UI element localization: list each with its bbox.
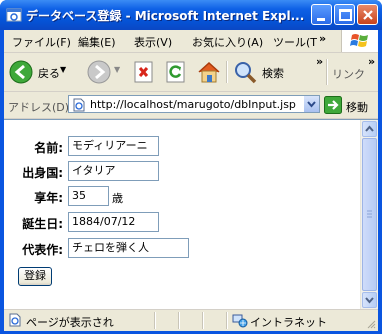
toolbar-overflow-chevron[interactable]: » <box>316 55 323 68</box>
status-separator-2 <box>178 312 180 329</box>
forward-button[interactable]: ▼ <box>86 59 122 85</box>
address-dropdown-button[interactable] <box>303 96 319 112</box>
back-dropdown-icon[interactable]: ▼ <box>60 65 66 74</box>
title-bar[interactable]: データベース登録 - Microsoft Internet Expl... <box>0 0 382 30</box>
scroll-up-button[interactable] <box>362 121 377 137</box>
status-text: ページが表示され <box>26 316 114 329</box>
window-title: データベース登録 - Microsoft Internet Expl... <box>26 9 305 23</box>
birthplace-input[interactable]: イタリア <box>68 161 159 181</box>
windows-flag-icon <box>350 34 368 47</box>
name-label: 名前: <box>34 141 63 155</box>
menu-edit[interactable]: 編集(E) <box>78 34 116 50</box>
birthday-label: 誕生日: <box>22 217 63 231</box>
menu-view[interactable]: 表示(V) <box>134 34 172 50</box>
minimize-icon <box>317 18 325 21</box>
toolbar-separator <box>226 61 228 83</box>
birthday-input[interactable]: 1884/07/12 <box>68 212 159 232</box>
forward-dropdown-icon[interactable]: ▼ <box>114 65 120 74</box>
go-button-label[interactable]: 移動 <box>346 99 368 115</box>
back-label: 戻る <box>38 67 60 80</box>
forward-arrow-icon <box>87 60 111 84</box>
menu-favorites[interactable]: お気に入り(A) <box>192 34 263 50</box>
search-magnifier-icon <box>235 62 257 84</box>
birthplace-label: 出身国: <box>22 166 63 180</box>
work-input[interactable]: チェロを弾く人 <box>68 238 189 258</box>
windows-logo <box>341 30 378 52</box>
menu-overflow-chevron[interactable]: » <box>319 32 326 45</box>
page-icon <box>73 98 85 112</box>
scroll-down-button[interactable] <box>362 292 377 308</box>
ie-app-icon <box>6 8 22 22</box>
age-unit: 歳 <box>112 192 123 205</box>
address-url: http://localhost/marugoto/dbInput.jsp <box>90 98 296 111</box>
grip-icon <box>367 210 372 218</box>
page-status-icon <box>9 313 21 327</box>
browser-frame: ファイル(F) 編集(E) 表示(V) お気に入り(A) ツール(T » 戻る … <box>4 30 378 331</box>
age-label: 享年: <box>34 191 63 205</box>
home-button[interactable] <box>196 59 224 85</box>
refresh-button[interactable] <box>164 59 190 85</box>
intranet-zone-icon <box>232 314 248 328</box>
work-label: 代表作: <box>22 243 63 257</box>
vertical-scrollbar[interactable] <box>360 120 378 309</box>
page-content: 名前: モディリアーニ 出身国: イタリア 享年: 35 歳 誕生日: 1884… <box>4 119 378 309</box>
close-icon <box>363 10 373 20</box>
search-button[interactable]: 検索 <box>232 59 294 85</box>
security-zone-text: イントラネット <box>250 316 327 329</box>
resize-grip-icon <box>367 320 376 329</box>
chevron-down-icon <box>307 101 316 108</box>
status-separator-1 <box>154 312 156 329</box>
register-button[interactable]: 登録 <box>18 267 52 286</box>
menu-tools[interactable]: ツール(T <box>273 34 317 50</box>
status-separator-4 <box>226 312 228 329</box>
arrow-down-icon <box>365 297 374 304</box>
browser-window: データベース登録 - Microsoft Internet Expl... ファ… <box>0 0 382 334</box>
go-arrow-icon[interactable] <box>324 96 342 114</box>
back-button[interactable]: 戻る ▼ <box>8 59 68 85</box>
resize-grip[interactable] <box>366 319 376 329</box>
back-arrow-icon <box>9 60 33 84</box>
address-label: アドレス(D) <box>8 101 70 114</box>
maximize-button[interactable] <box>334 4 355 25</box>
address-bar: アドレス(D) http://localhost/marugoto/dbInpu… <box>4 92 378 119</box>
name-input[interactable]: モディリアーニ <box>68 136 159 156</box>
links-overflow-chevron[interactable]: » <box>368 55 375 68</box>
scroll-thumb[interactable] <box>362 138 377 291</box>
status-separator-3 <box>202 312 204 329</box>
menu-file[interactable]: ファイル(F) <box>12 34 71 50</box>
stop-button[interactable] <box>132 59 158 85</box>
menu-bar: ファイル(F) 編集(E) 表示(V) お気に入り(A) ツール(T » <box>4 30 378 53</box>
links-separator <box>326 59 328 85</box>
links-button[interactable]: リンク <box>332 66 365 82</box>
status-bar: ページが表示され イントラネット <box>4 309 378 331</box>
minimize-button[interactable] <box>311 4 332 25</box>
refresh-icon <box>166 61 185 83</box>
stop-icon <box>134 61 153 83</box>
age-input[interactable]: 35 <box>68 186 109 206</box>
close-button[interactable] <box>357 4 378 25</box>
maximize-icon <box>339 9 352 21</box>
standard-toolbar: 戻る ▼ ▼ 検索 » リンク » <box>4 53 378 92</box>
arrow-up-icon <box>365 125 374 132</box>
home-icon <box>198 61 220 83</box>
search-label: 検索 <box>262 67 284 80</box>
address-input[interactable]: http://localhost/marugoto/dbInput.jsp <box>68 95 320 113</box>
